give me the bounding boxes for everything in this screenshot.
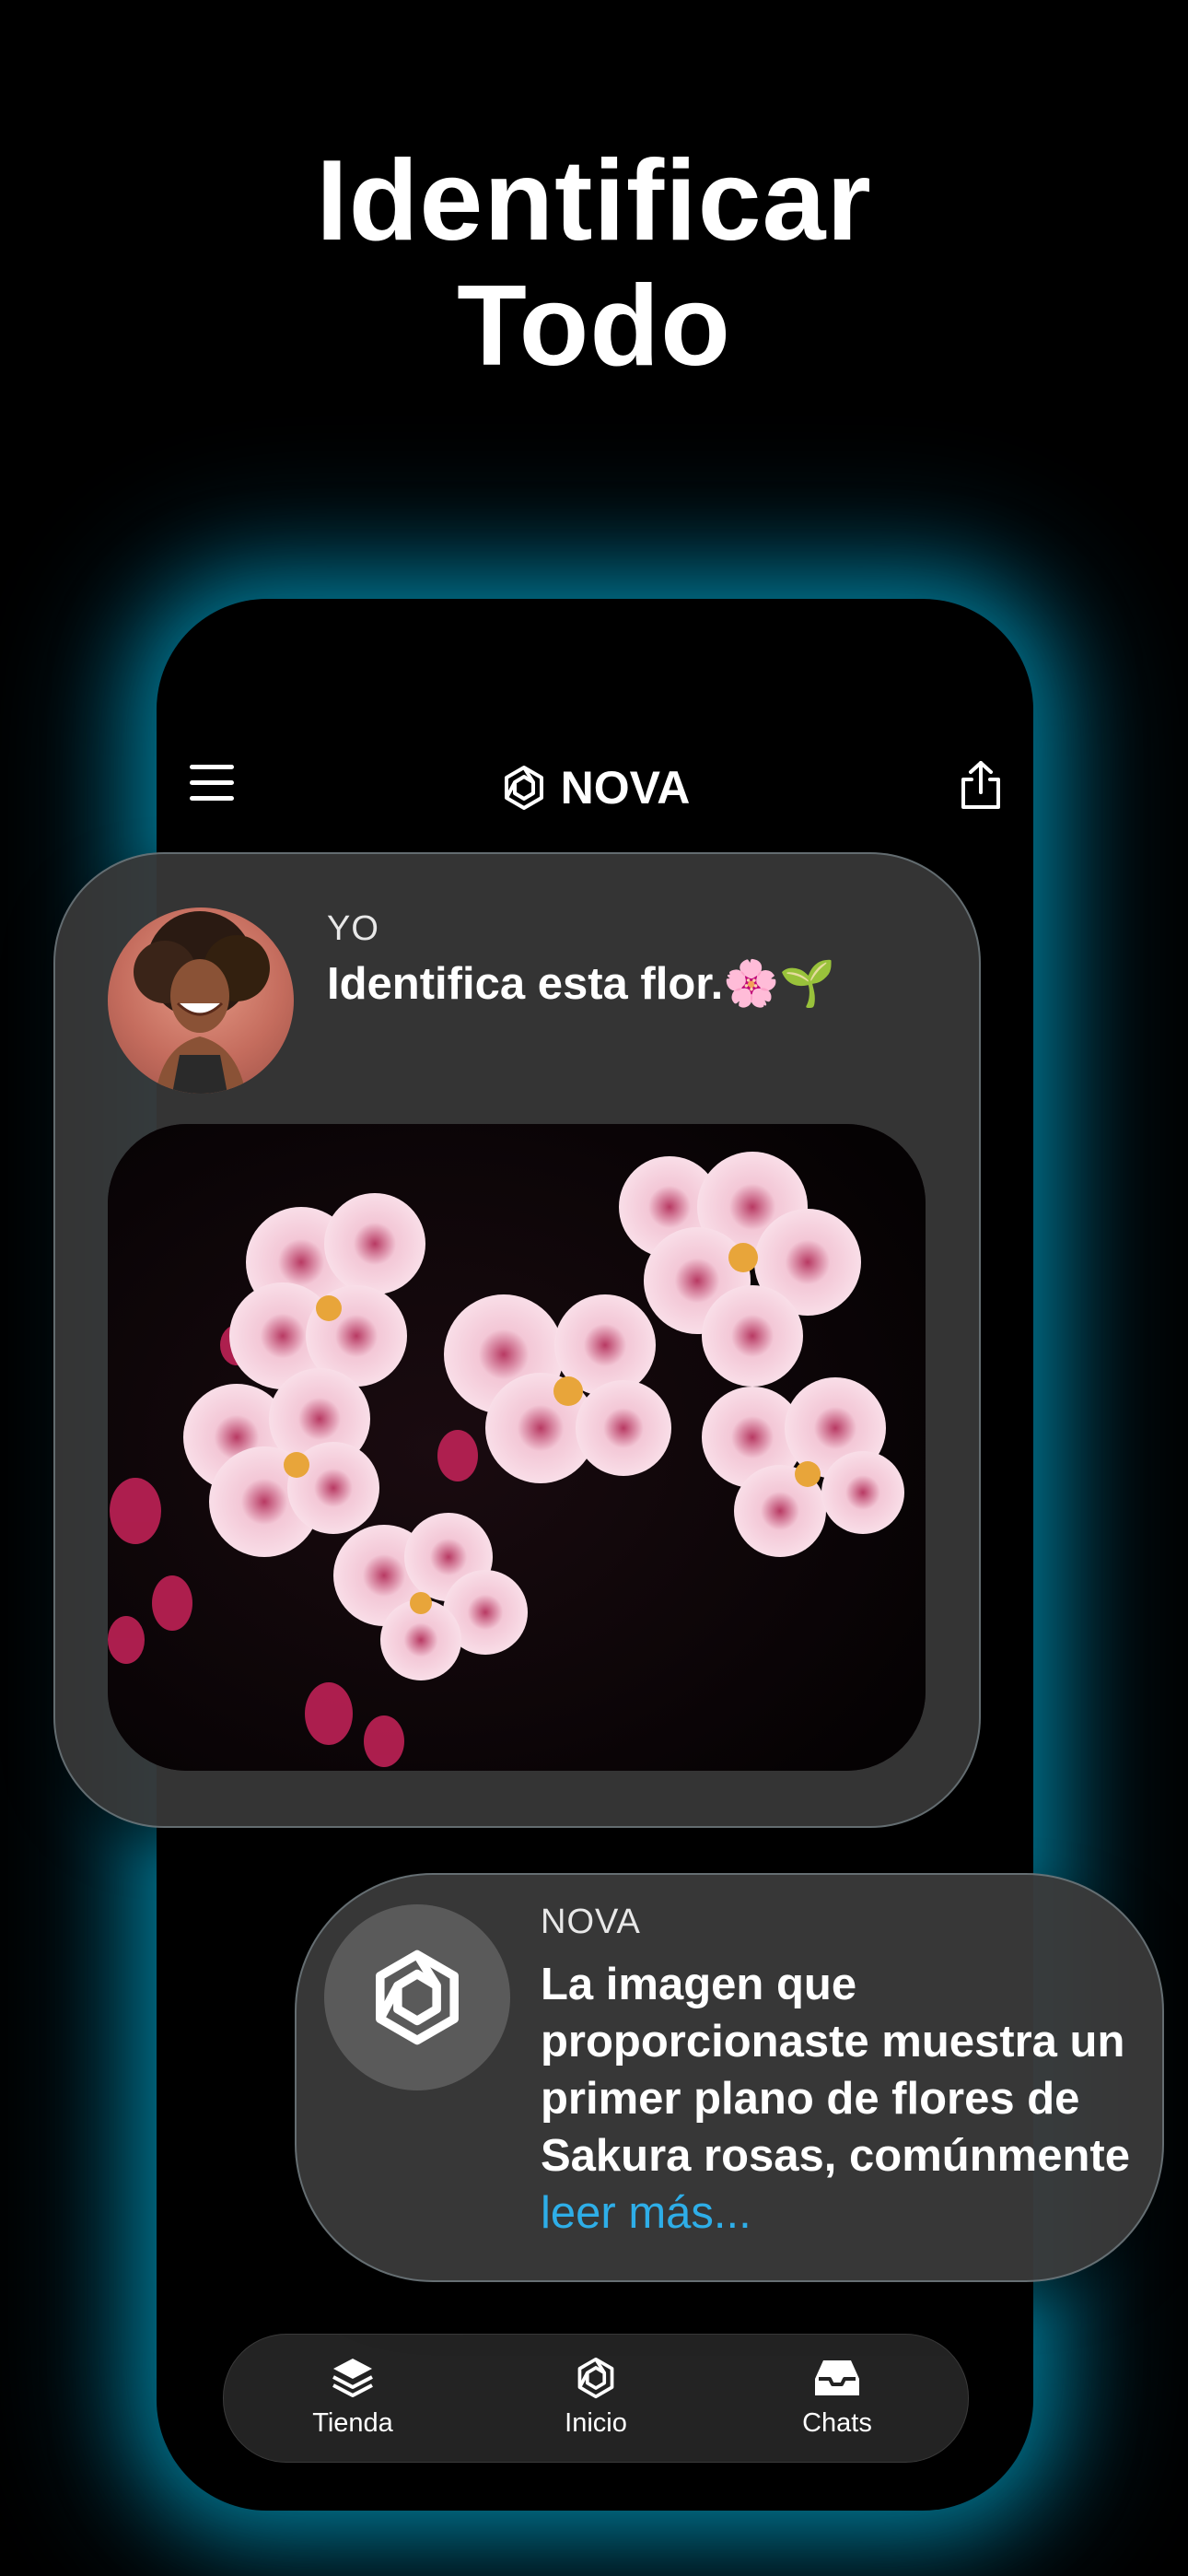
nova-avatar	[324, 1904, 510, 2090]
tab-label: Tienda	[312, 2408, 393, 2438]
nova-message: La imagen que proporcionaste muestra un …	[541, 1956, 1130, 2242]
headline-line-1: Identificar	[316, 137, 872, 264]
user-sender-label: YO	[327, 909, 379, 948]
sakura-flowers-photo[interactable]	[108, 1124, 926, 1771]
app-store-screenshot: Identificar Todo NOVA Tienda Inicio Chat…	[0, 0, 1188, 2576]
headline-line-2: Todo	[457, 263, 731, 390]
nova-message-text: La imagen que proporcionaste muestra un …	[541, 1960, 1130, 2181]
bottom-tab-bar: Tienda Inicio Chats	[223, 2334, 969, 2463]
tab-label: Inicio	[565, 2408, 627, 2438]
app-brand: NOVA	[157, 755, 1033, 820]
tab-inicio[interactable]: Inicio	[504, 2355, 688, 2440]
inbox-icon	[815, 2360, 859, 2395]
share-icon[interactable]	[956, 759, 1006, 813]
read-more-link[interactable]: leer más...	[541, 2188, 751, 2238]
tab-label: Chats	[802, 2408, 872, 2438]
layers-icon	[332, 2359, 373, 2397]
app-top-bar: NOVA	[157, 755, 1033, 820]
brand-name: NOVA	[560, 762, 691, 814]
user-avatar	[108, 907, 294, 1094]
tab-chats[interactable]: Chats	[745, 2355, 929, 2440]
nova-logo-icon	[577, 2357, 614, 2399]
user-message-text: Identifica esta flor.🌸🌱	[327, 959, 836, 1009]
nova-reply-card: NOVA La imagen que proporcionaste muestr…	[295, 1873, 1164, 2282]
user-message-card: YO Identifica esta flor.🌸🌱	[53, 852, 981, 1828]
headline: Identificar Todo	[0, 138, 1188, 389]
nova-sender-label: NOVA	[541, 1903, 641, 1941]
nova-logo-icon	[376, 1950, 459, 2045]
tab-tienda[interactable]: Tienda	[261, 2355, 445, 2440]
nova-logo-icon	[504, 765, 543, 810]
